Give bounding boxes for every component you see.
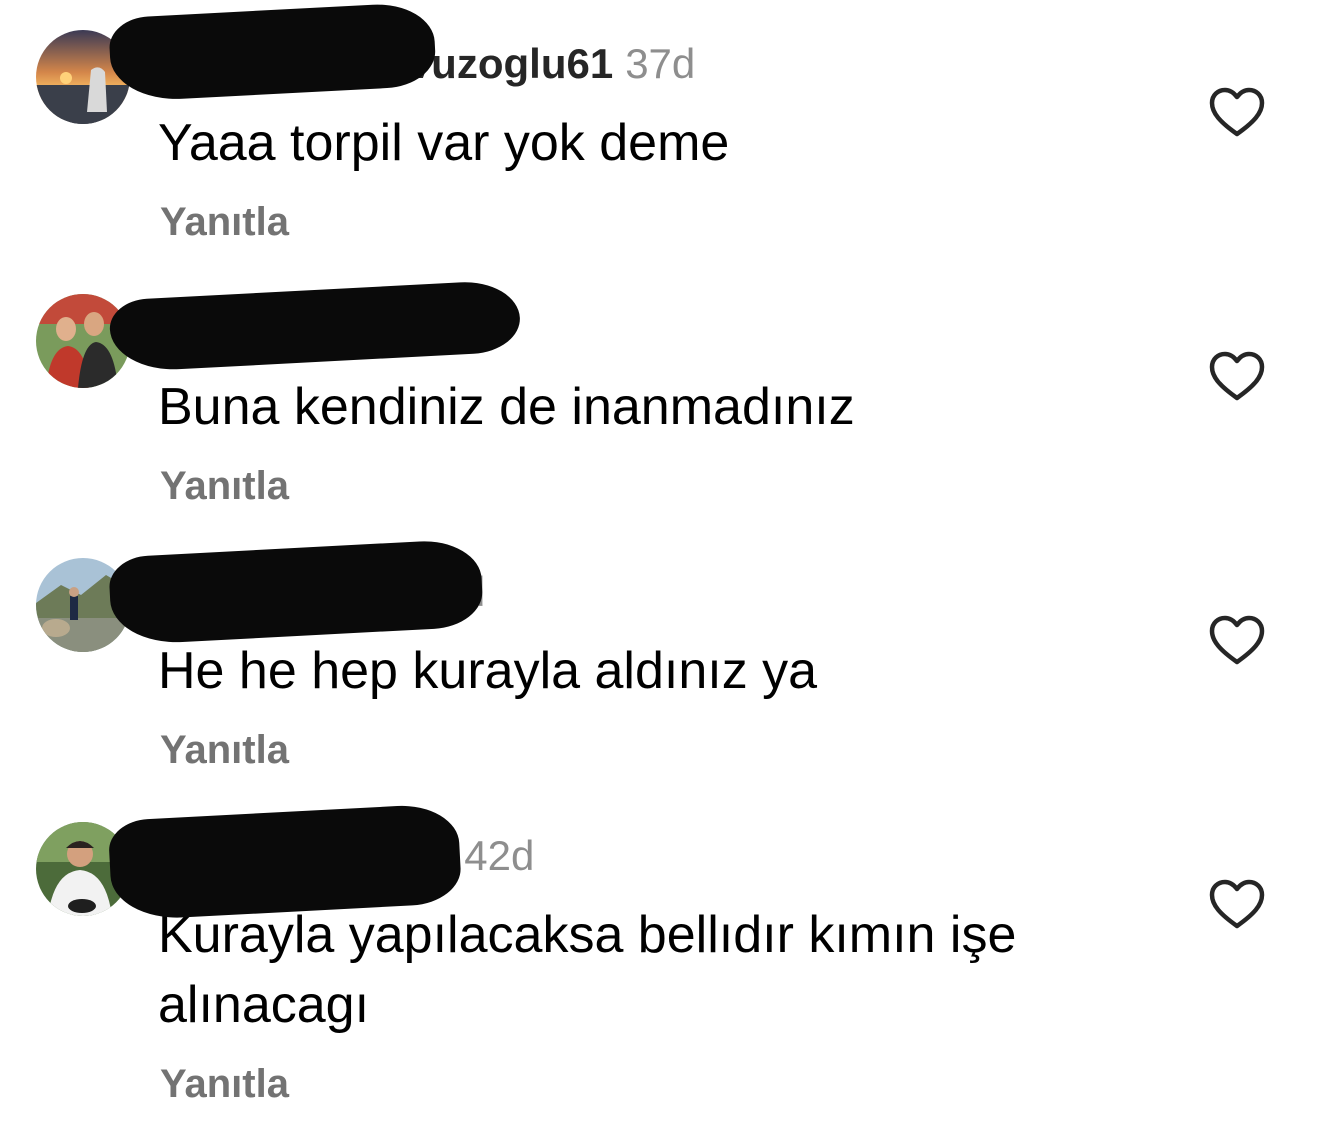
heart-outline-icon[interactable] [1208,614,1266,666]
redaction-mark [108,279,522,373]
comment-age: 37d [625,40,696,87]
comment-text: He he hep kurayla aldınız ya [158,642,818,700]
reply-button[interactable]: Yanıtla [160,200,289,245]
reply-button[interactable]: Yanıtla [160,1062,289,1107]
reply-button[interactable]: Yanıtla [160,464,289,509]
heart-outline-icon[interactable] [1208,86,1266,138]
heart-outline-icon[interactable] [1208,350,1266,402]
comment-age: 42d [464,832,535,879]
comment-text: Yaaa torpil var yok deme [158,114,730,172]
comment-text: Kurayla yapılacaksa bellıdır kımın işe a… [158,906,1017,1034]
redaction-mark [107,802,463,922]
redaction-mark [108,1,437,103]
reply-button[interactable]: Yanıtla [160,728,289,773]
comment-text: Buna kendiniz de inanmadınız [158,378,855,436]
redaction-mark [107,538,485,646]
heart-outline-icon[interactable] [1208,878,1266,930]
